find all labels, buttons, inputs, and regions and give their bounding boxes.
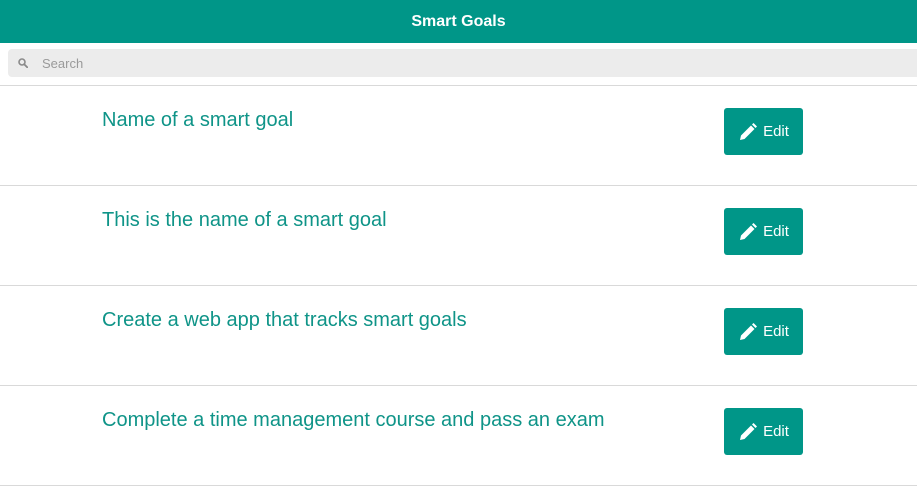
edit-button[interactable]: Edit	[724, 408, 803, 455]
goal-title[interactable]: Name of a smart goal	[102, 109, 293, 132]
search-icon	[18, 58, 28, 68]
app: Smart Goals Name of a smart goal	[0, 0, 917, 492]
list-item: This is the name of a smart goal Edit	[0, 186, 917, 286]
edit-button[interactable]: Edit	[724, 108, 803, 155]
goal-title[interactable]: Complete a time management course and pa…	[102, 409, 605, 432]
edit-button-label: Edit	[763, 423, 789, 440]
edit-button-label: Edit	[763, 123, 789, 140]
app-header: Smart Goals	[0, 0, 917, 43]
goal-title[interactable]: This is the name of a smart goal	[102, 209, 387, 232]
list-item: Name of a smart goal Edit	[0, 86, 917, 186]
edit-button-label: Edit	[763, 223, 789, 240]
page-title: Smart Goals	[411, 12, 506, 30]
search-bar[interactable]	[8, 49, 917, 77]
goal-list: Name of a smart goal Edit This is the na…	[0, 86, 917, 486]
edit-button-label: Edit	[763, 323, 789, 340]
edit-button[interactable]: Edit	[724, 208, 803, 255]
pencil-icon	[738, 422, 758, 442]
list-item: Create a web app that tracks smart goals…	[0, 286, 917, 386]
goal-title[interactable]: Create a web app that tracks smart goals	[102, 309, 467, 332]
list-item: Complete a time management course and pa…	[0, 386, 917, 486]
edit-button[interactable]: Edit	[724, 308, 803, 355]
pencil-icon	[738, 222, 758, 242]
search-input[interactable]	[40, 54, 844, 72]
pencil-icon	[738, 322, 758, 342]
pencil-icon	[738, 122, 758, 142]
search-bar-container	[0, 43, 917, 86]
